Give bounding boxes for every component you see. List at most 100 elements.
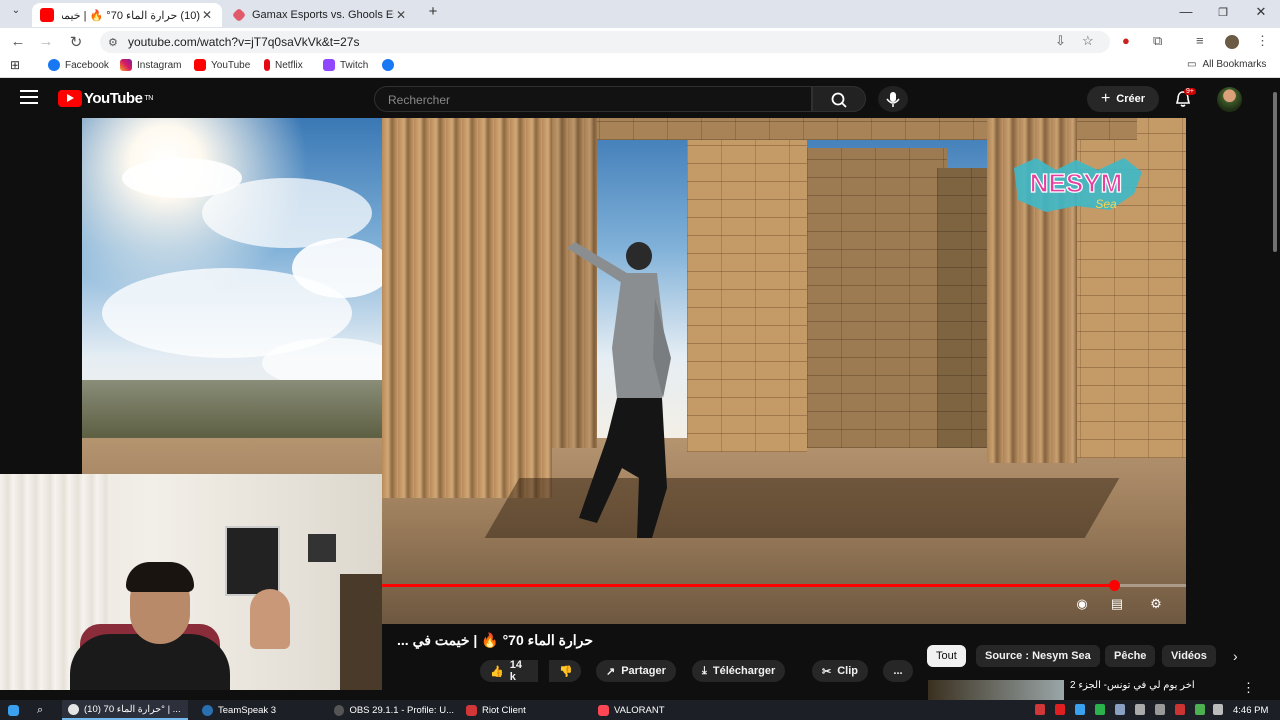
- tray-wifi-icon[interactable]: [1135, 704, 1145, 715]
- tray-network-icon[interactable]: [1115, 704, 1125, 715]
- obs-icon: [334, 704, 345, 716]
- theater-mode-icon[interactable]: ▭: [1185, 596, 1186, 612]
- taskbar-item-chrome[interactable]: (10) حرارة الماء 70° | ...: [62, 700, 188, 720]
- bookmark-youtube[interactable]: YouTube: [194, 59, 250, 71]
- voice-search-button[interactable]: [878, 86, 908, 112]
- thumbs-up-icon: 👍: [490, 665, 504, 678]
- profile-avatar-icon[interactable]: [1225, 35, 1239, 49]
- search-input[interactable]: Rechercher: [374, 86, 812, 112]
- close-tab-icon[interactable]: ✕: [394, 8, 408, 22]
- reload-icon[interactable]: ↻: [67, 33, 85, 51]
- subtitles-icon[interactable]: ▤: [1107, 596, 1127, 612]
- bookmark-instagram[interactable]: Instagram: [120, 59, 181, 71]
- settings-gear-icon[interactable]: ⚙: [1146, 596, 1166, 612]
- share-arrow-icon: ↗: [606, 665, 616, 678]
- recommended-video-thumbnail[interactable]: [928, 680, 1064, 700]
- tray-record-icon[interactable]: [1055, 704, 1065, 715]
- chrome-icon: [68, 703, 79, 715]
- new-tab-plus-icon[interactable]: +: [423, 3, 443, 20]
- apps-grid-icon[interactable]: ⊞: [10, 58, 20, 72]
- tab-youtube-video[interactable]: (10) حرارة الماء 70° 🔥 | خيمت في... ✕: [32, 3, 222, 27]
- recommendation-menu-icon[interactable]: ⋮: [1242, 680, 1255, 696]
- taskbar-item-valorant[interactable]: VALORANT: [592, 700, 718, 720]
- tray-riot-icon[interactable]: [1035, 704, 1045, 715]
- page-scrollbar[interactable]: [1270, 80, 1280, 700]
- tab-search-icon[interactable]: ⌄: [6, 5, 26, 16]
- bookmark-star-icon[interactable]: ☆: [1082, 33, 1094, 49]
- tab-title: (10) حرارة الماء 70° 🔥 | خيمت في...: [62, 9, 200, 22]
- video-title: حرارة الماء 70° 🔥 | خيمت في ...: [397, 632, 593, 648]
- bookmark-facebook[interactable]: Facebook: [48, 59, 109, 71]
- chip-videos[interactable]: Vidéos: [1162, 645, 1216, 667]
- tray-misc-icon[interactable]: [1213, 704, 1223, 715]
- progress-bar[interactable]: [382, 580, 1186, 591]
- microphone-icon: [886, 92, 900, 107]
- like-button[interactable]: 👍 14 k: [480, 659, 538, 683]
- search-button[interactable]: [812, 86, 866, 112]
- close-window-icon[interactable]: ✕: [1251, 4, 1271, 20]
- bookmark-twitch[interactable]: Twitch: [323, 59, 368, 71]
- back-arrow-icon[interactable]: ←: [9, 33, 27, 50]
- bookmark-netflix[interactable]: Netflix: [264, 59, 303, 71]
- opera-extension-icon[interactable]: ●: [1122, 33, 1130, 48]
- media-control-icon[interactable]: ≡: [1196, 33, 1204, 48]
- facebook-icon: [382, 59, 394, 71]
- chip-fishing[interactable]: Pêche: [1105, 645, 1156, 667]
- riot-client-icon: [466, 704, 477, 716]
- forward-arrow-icon[interactable]: →: [37, 33, 55, 50]
- svg-text:NESYM: NESYM: [1030, 168, 1122, 198]
- tray-volume-icon[interactable]: [1155, 704, 1165, 715]
- close-tab-icon[interactable]: ✕: [200, 8, 214, 22]
- tray-nvidia-icon[interactable]: [1195, 704, 1205, 715]
- chip-all[interactable]: Tout: [927, 645, 966, 667]
- account-avatar[interactable]: [1217, 87, 1242, 112]
- recommended-video-title[interactable]: اخر يوم لي في تونس- الجزء 2: [1070, 680, 1210, 700]
- youtube-favicon-icon: [40, 8, 54, 22]
- progress-bar-fill: [382, 584, 1114, 587]
- url-text: youtube.com/watch?v=jT7q0saVkVk&t=27s: [128, 35, 360, 49]
- chevron-right-icon[interactable]: ›: [1224, 645, 1247, 667]
- youtube-logo[interactable]: YouTube TN: [58, 90, 153, 107]
- menu-kebab-icon[interactable]: ⋮: [1256, 33, 1269, 49]
- scrollbar-thumb[interactable]: [1273, 92, 1277, 252]
- stone-wall: [687, 130, 807, 452]
- raised-hand: [250, 589, 290, 649]
- site-info-icon[interactable]: ⚙: [108, 36, 118, 49]
- extensions-icon[interactable]: ⧉: [1153, 33, 1162, 49]
- tray-green-icon[interactable]: [1095, 704, 1105, 715]
- taskbar-item-riot[interactable]: Riot Client: [460, 700, 586, 720]
- twitch-icon: [323, 59, 335, 71]
- menu-hamburger-icon[interactable]: [20, 90, 38, 108]
- minimize-icon[interactable]: —: [1176, 4, 1196, 19]
- clip-button[interactable]: ✂ Clip: [812, 660, 868, 682]
- start-windows-icon[interactable]: [8, 700, 19, 720]
- all-bookmarks[interactable]: ▭ All Bookmarks: [1187, 59, 1266, 70]
- liquipedia-favicon-icon: [231, 7, 247, 23]
- channel-watermark-logo: NESYM Sea: [1014, 158, 1142, 212]
- create-button[interactable]: + Créer: [1087, 86, 1159, 112]
- taskbar-clock[interactable]: 4:46 PM: [1233, 700, 1268, 720]
- bookmark-facebook-2[interactable]: [382, 59, 399, 71]
- download-icon: ⤓: [702, 664, 707, 677]
- tray-app-icon[interactable]: [1075, 704, 1085, 715]
- share-button[interactable]: ↗ Partager: [596, 660, 676, 682]
- install-app-icon[interactable]: ⇩: [1055, 33, 1066, 49]
- taskbar-item-teamspeak[interactable]: TeamSpeak 3: [196, 700, 322, 720]
- folder-icon: ▭: [1187, 59, 1197, 70]
- wall-frame: [308, 534, 336, 562]
- chip-source[interactable]: Source : Nesym Sea: [976, 645, 1100, 667]
- youtube-header: YouTube TN Rechercher + Créer 9+: [0, 80, 1280, 118]
- valorant-icon: [598, 704, 609, 716]
- webcam-overlay: [0, 474, 382, 690]
- taskbar-search-icon[interactable]: ⌕: [37, 700, 43, 720]
- autoplay-toggle-icon[interactable]: ◉: [1072, 596, 1092, 612]
- restore-icon[interactable]: ❐: [1213, 6, 1233, 19]
- tray-alert-icon[interactable]: [1175, 704, 1185, 715]
- download-button[interactable]: ⤓ Télécharger: [692, 660, 786, 682]
- more-actions-button[interactable]: ...: [883, 660, 913, 682]
- dislike-button[interactable]: 👎: [549, 660, 581, 682]
- address-bar[interactable]: ⚙ youtube.com/watch?v=jT7q0saVkVk&t=27s: [100, 31, 1110, 53]
- taskbar-item-obs[interactable]: OBS 29.1.1 - Profile: U...: [328, 700, 454, 720]
- progress-bar-handle[interactable]: [1108, 580, 1120, 591]
- tab-gamax-esports[interactable]: Gamax Esports vs. Ghools Esports ✕: [226, 3, 416, 27]
